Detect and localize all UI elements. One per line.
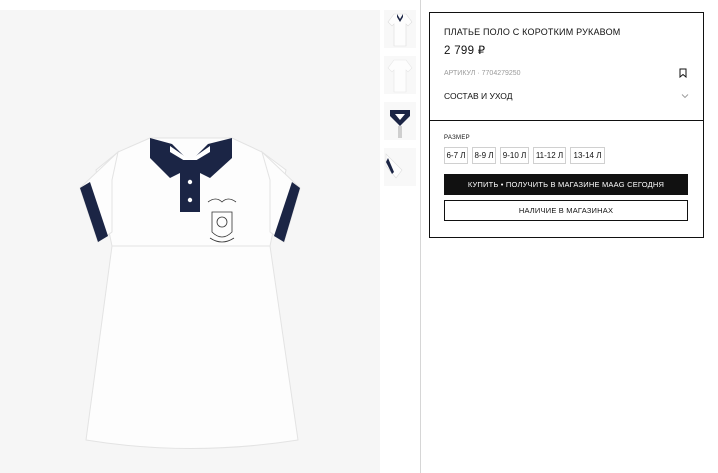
thumbnail-item[interactable] [384, 102, 416, 140]
purchase-section: РАЗМЕР 6-7 Л 8-9 Л 9-10 Л 11-12 Л 13-14 … [430, 121, 703, 221]
vertical-divider [420, 0, 421, 473]
product-info: ПЛАТЬЕ ПОЛО С КОРОТКИМ РУКАВОМ 2 799 ₽ А… [430, 13, 703, 121]
size-option[interactable]: 8-9 Л [472, 147, 496, 164]
article-separator: · [477, 69, 480, 77]
thumbnail-item[interactable] [384, 148, 416, 186]
size-selector: 6-7 Л 8-9 Л 9-10 Л 11-12 Л 13-14 Л [444, 147, 689, 164]
thumbnail-item[interactable] [384, 56, 416, 94]
product-title: ПЛАТЬЕ ПОЛО С КОРОТКИМ РУКАВОМ [444, 27, 621, 37]
size-label: РАЗМЕР [444, 135, 470, 141]
size-option[interactable]: 9-10 Л [500, 147, 529, 164]
article-label: АРТИКУЛ [444, 69, 476, 77]
size-option[interactable]: 6-7 Л [444, 147, 468, 164]
product-price: 2 799 ₽ [444, 45, 486, 57]
product-main-image[interactable] [0, 10, 380, 473]
product-card: ПЛАТЬЕ ПОЛО С КОРОТКИМ РУКАВОМ 2 799 ₽ А… [429, 12, 704, 238]
bookmark-icon[interactable] [679, 68, 687, 78]
care-label: СОСТАВ И УХОД [444, 91, 513, 101]
polo-dress-illustration [79, 137, 301, 449]
care-accordion[interactable]: СОСТАВ И УХОД [444, 89, 689, 103]
article-row: АРТИКУЛ · 7704279250 [444, 67, 689, 79]
thumbnail-strip [384, 10, 418, 473]
buy-button[interactable]: КУПИТЬ • ПОЛУЧИТЬ В МАГАЗИНЕ MAAG СЕГОДН… [444, 174, 688, 195]
article-number: 7704279250 [481, 69, 521, 77]
store-availability-button[interactable]: НАЛИЧИЕ В МАГАЗИНАХ [444, 200, 688, 221]
thumbnail-item[interactable] [384, 10, 416, 48]
size-option[interactable]: 11-12 Л [533, 147, 566, 164]
chevron-down-icon [681, 94, 689, 99]
size-option[interactable]: 13-14 Л [570, 147, 605, 164]
